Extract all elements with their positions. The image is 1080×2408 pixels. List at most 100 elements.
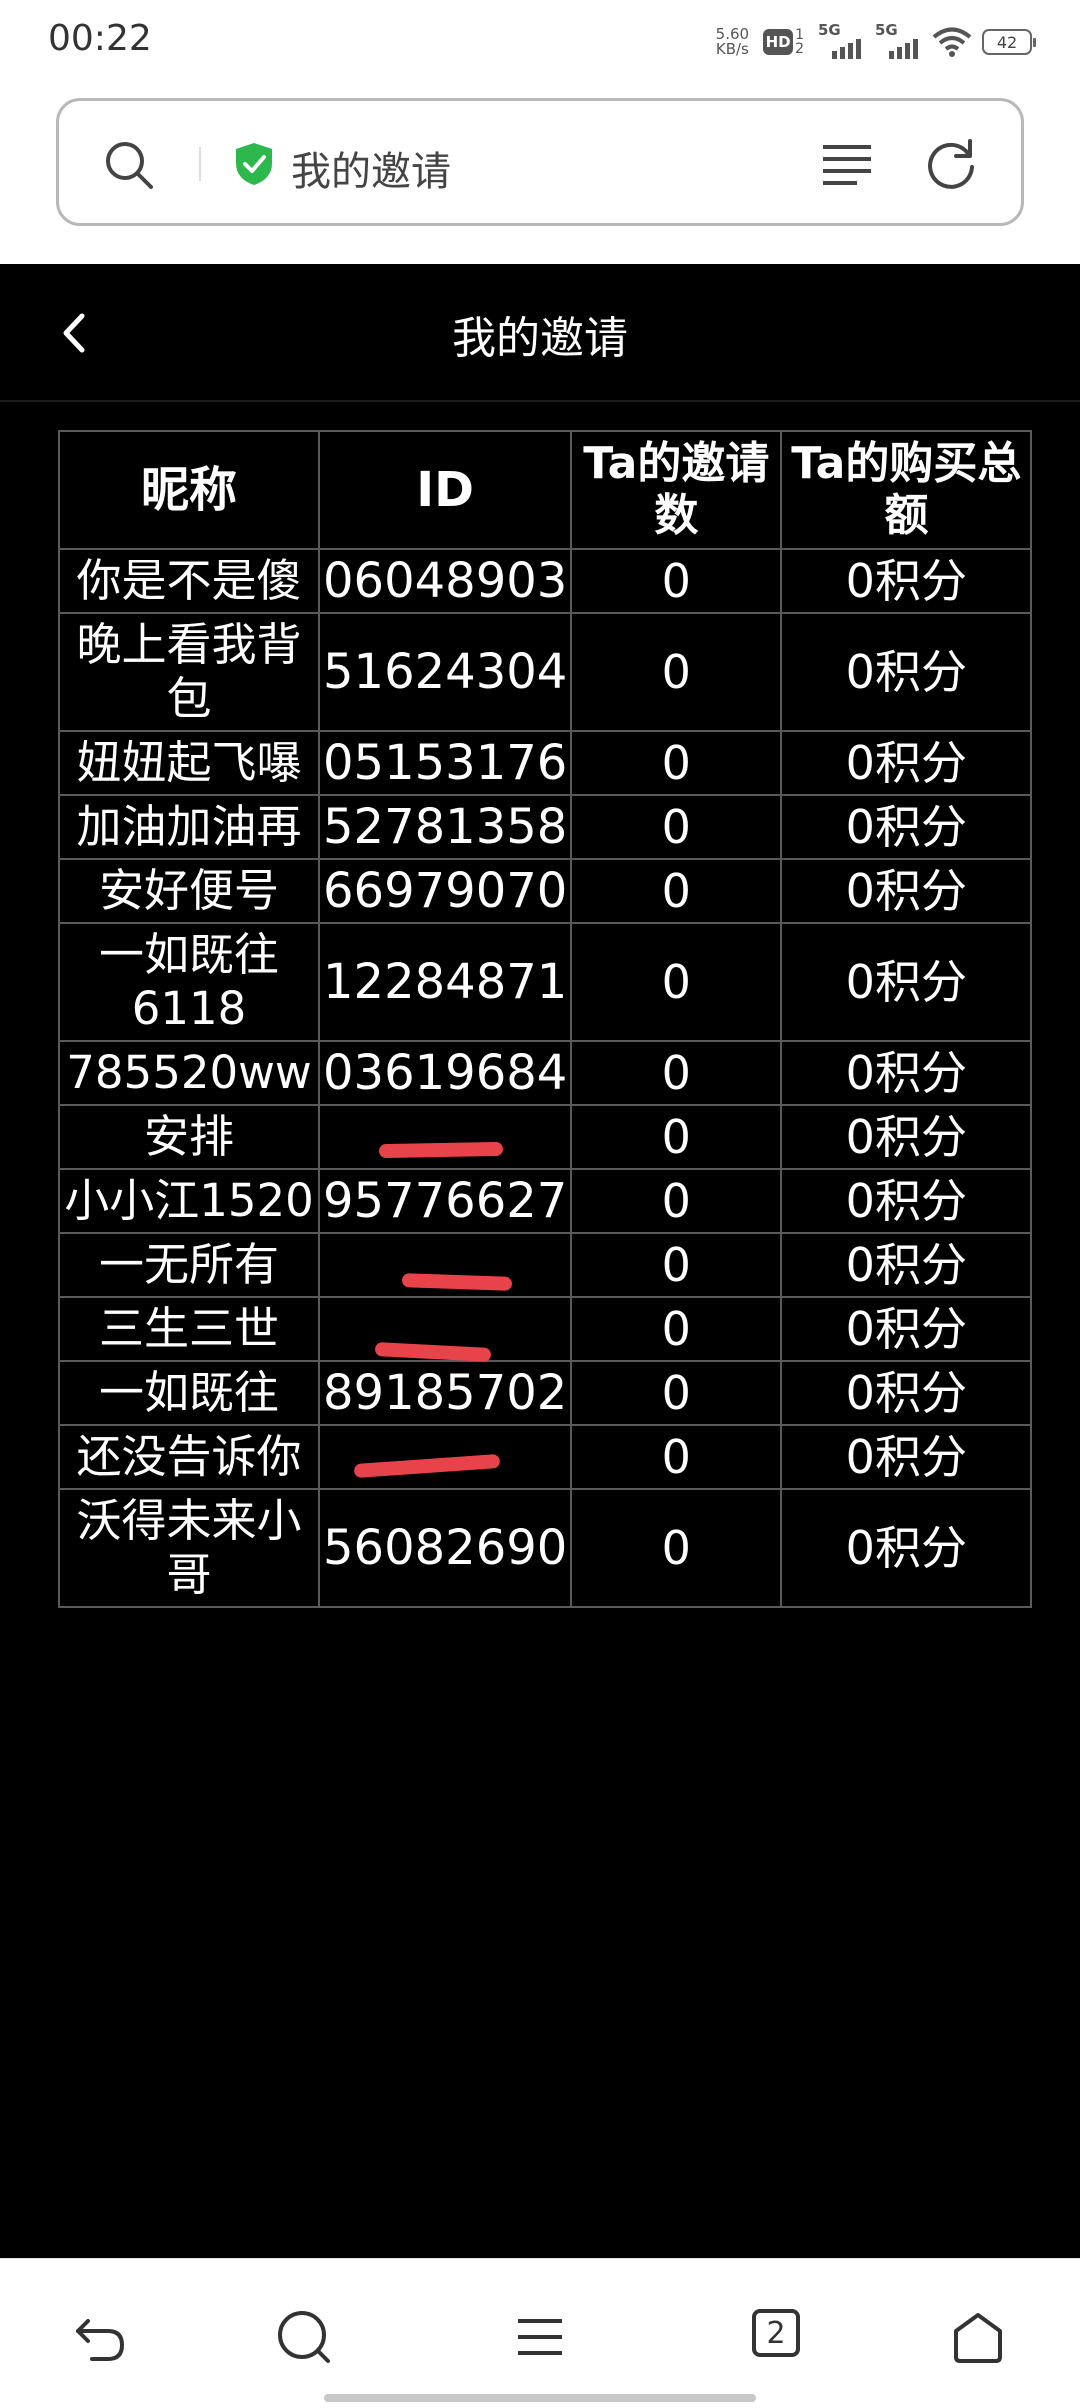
cell-id: 05153176 <box>317 730 573 796</box>
invitation-table: 昵称 ID Ta的邀请数 Ta的购买总额 你是不是傻 06048903 0 0积… <box>58 430 1033 1608</box>
reload-icon[interactable] <box>925 137 977 191</box>
cell-id: 89185702 <box>317 1360 573 1426</box>
redaction-mark <box>353 1453 501 1479</box>
hd-icon: HD <box>763 29 794 55</box>
header-total: Ta的购买总额 <box>780 430 1033 550</box>
cell-total: 0积分 <box>780 1232 1033 1298</box>
cell-id-redacted <box>317 1296 573 1363</box>
cell-total: 0积分 <box>780 1296 1033 1362</box>
cell-invites: 0 <box>570 922 783 1042</box>
cell-total: 0积分 <box>780 794 1033 860</box>
redaction-mark <box>374 1341 492 1363</box>
cell-nickname: 加油加油再 <box>58 794 320 860</box>
cell-invites: 0 <box>570 794 783 860</box>
cell-invites: 0 <box>570 1104 783 1170</box>
cell-nickname: 还没告诉你 <box>58 1424 320 1490</box>
cell-invites: 0 <box>570 1424 783 1490</box>
home-indicator[interactable] <box>324 2394 756 2402</box>
cell-nickname: 你是不是傻 <box>58 548 320 614</box>
cell-total: 0积分 <box>780 1104 1033 1170</box>
cell-nickname: 安排 <box>58 1104 320 1170</box>
cell-invites: 0 <box>570 1232 783 1298</box>
cell-invites: 0 <box>570 730 783 796</box>
cell-total: 0积分 <box>780 1168 1033 1234</box>
table-row: 晚上看我背包 51624304 0 0积分 <box>58 612 1033 732</box>
cell-id-redacted <box>317 1104 573 1170</box>
table-row: 一无所有 0 0积分 <box>58 1232 1033 1298</box>
cell-nickname: 三生三世 <box>58 1296 320 1362</box>
search-icon[interactable] <box>274 2307 334 2367</box>
cell-id: 66979070 <box>317 858 573 924</box>
redaction-mark <box>401 1273 513 1291</box>
cell-nickname: 785520ww <box>58 1040 320 1106</box>
table-row: 安好便号 66979070 0 0积分 <box>58 858 1033 924</box>
signal-label-2: 5G <box>875 21 898 39</box>
phone-screen: { "status_bar": { "time": "00:22", "net_… <box>0 0 1080 2408</box>
table-row: 小小江1520 95776627 0 0积分 <box>58 1168 1033 1234</box>
hd-sim-top: 1 <box>795 27 804 43</box>
menu-lines-icon[interactable] <box>821 141 873 187</box>
header-invites: Ta的邀请数 <box>570 430 783 550</box>
cell-nickname: 一无所有 <box>58 1232 320 1298</box>
status-icons: 5.60 KB/s HD 1 2 5G 5G 42 <box>715 21 1036 62</box>
redaction-mark <box>379 1141 504 1159</box>
cell-nickname: 一如既往 <box>58 1360 320 1426</box>
network-speed-unit: KB/s <box>715 40 749 58</box>
table-row: 安排 0 0积分 <box>58 1104 1033 1170</box>
cell-invites: 0 <box>570 1488 783 1608</box>
shield-check-icon <box>236 143 272 185</box>
hd-sim-bottom: 2 <box>795 41 804 57</box>
table-row: 还没告诉你 0 0积分 <box>58 1424 1033 1490</box>
cell-invites: 0 <box>570 1168 783 1234</box>
hd-sim-indicator: 1 2 <box>795 28 804 56</box>
page-header: 我的邀请 <box>0 264 1080 402</box>
cell-id: 03619684 <box>317 1040 573 1106</box>
cell-invites: 0 <box>570 548 783 614</box>
status-time: 00:22 <box>48 18 152 59</box>
table-row: 一如既往 89185702 0 0积分 <box>58 1360 1033 1426</box>
signal-label-1: 5G <box>818 21 841 39</box>
home-icon[interactable] <box>948 2307 1008 2367</box>
cell-total: 0积分 <box>780 922 1033 1042</box>
table-header-row: 昵称 ID Ta的邀请数 Ta的购买总额 <box>58 430 1033 550</box>
cell-id: 56082690 <box>317 1488 573 1608</box>
signal-5g-icon-1: 5G <box>818 21 861 59</box>
table-row: 一如既往6118 12284871 0 0积分 <box>58 922 1033 1042</box>
table-row: 加油加油再 52781358 0 0积分 <box>58 794 1033 860</box>
table-row: 三生三世 0 0积分 <box>58 1296 1033 1363</box>
bottom-navigation: 2 <box>0 2258 1080 2408</box>
cell-id: 51624304 <box>317 612 573 732</box>
cell-total: 0积分 <box>780 1424 1033 1490</box>
address-text[interactable]: 我的邀请 <box>291 139 451 197</box>
cell-invites: 0 <box>570 1040 783 1106</box>
cell-nickname: 小小江1520 <box>58 1168 320 1234</box>
header-id: ID <box>317 430 573 550</box>
cell-total: 0积分 <box>780 548 1033 614</box>
address-bar[interactable]: 我的邀请 <box>56 98 1024 226</box>
tabs-icon[interactable]: 2 <box>752 2309 800 2357</box>
cell-total: 0积分 <box>780 612 1033 732</box>
table-row: 你是不是傻 06048903 0 0积分 <box>58 548 1033 614</box>
table-row: 妞妞起飞嚗 05153176 0 0积分 <box>58 730 1033 796</box>
invitation-table-wrapper: 昵称 ID Ta的邀请数 Ta的购买总额 你是不是傻 06048903 0 0积… <box>58 430 1033 1608</box>
cell-nickname: 妞妞起飞嚗 <box>58 730 320 796</box>
table-row: 沃得未来小哥 56082690 0 0积分 <box>58 1488 1033 1608</box>
cell-id-redacted <box>317 1232 573 1298</box>
table-row: 785520ww 03619684 0 0积分 <box>58 1040 1033 1106</box>
cell-total: 0积分 <box>780 730 1033 796</box>
back-arrow-icon[interactable] <box>70 2307 130 2367</box>
cell-invites: 0 <box>570 612 783 732</box>
cell-nickname: 晚上看我背包 <box>58 612 320 732</box>
page-title: 我的邀请 <box>452 313 628 364</box>
cell-nickname: 沃得未来小哥 <box>58 1488 320 1608</box>
status-bar: 00:22 5.60 KB/s HD 1 2 5G 5G 42 <box>0 0 1080 82</box>
cell-id: 12284871 <box>317 922 573 1042</box>
cell-total: 0积分 <box>780 1488 1033 1608</box>
address-separator <box>199 147 201 181</box>
menu-icon[interactable] <box>510 2307 570 2367</box>
search-icon[interactable] <box>103 139 155 191</box>
cell-invites: 0 <box>570 1360 783 1426</box>
cell-invites: 0 <box>570 1296 783 1362</box>
cell-nickname: 安好便号 <box>58 858 320 924</box>
wifi-icon <box>932 27 972 57</box>
